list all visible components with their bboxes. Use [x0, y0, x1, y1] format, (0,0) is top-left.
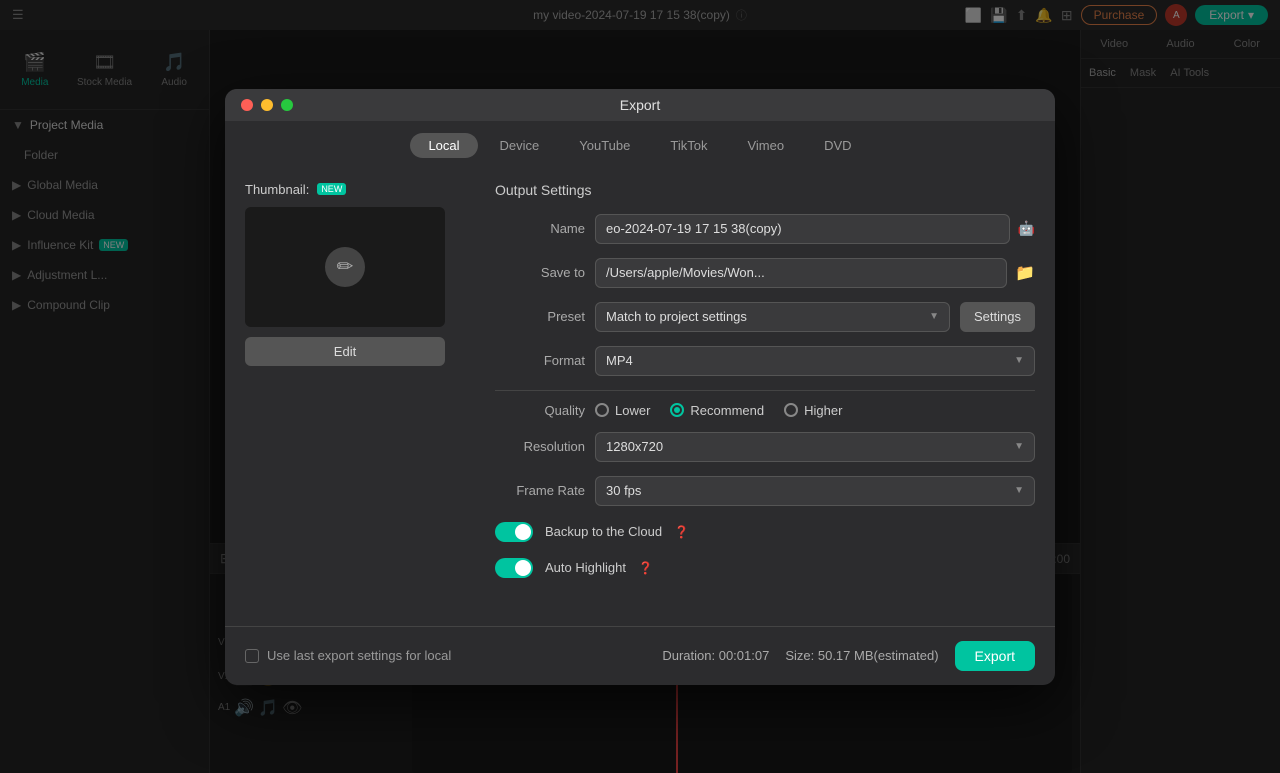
format-row: Format MP4 ▼ — [495, 346, 1035, 376]
quality-recommend[interactable]: Recommend — [670, 403, 764, 418]
thumbnail-new-badge: NEW — [317, 183, 346, 195]
preset-label: Preset — [495, 309, 585, 324]
highlight-toggle-knob — [515, 560, 531, 576]
thumbnail-label: Thumbnail: NEW — [245, 182, 465, 197]
modal-content: Thumbnail: NEW ✏ Edit Output Settings Na… — [225, 166, 1055, 626]
backup-toggle-row: Backup to the Cloud ❓ — [495, 522, 1035, 542]
format-arrow-icon: ▼ — [1014, 355, 1024, 366]
preset-row: Preset Match to project settings ▼ Setti… — [495, 302, 1035, 332]
save-to-label: Save to — [495, 265, 585, 280]
highlight-toggle-label: Auto Highlight — [545, 560, 626, 575]
name-label: Name — [495, 221, 585, 236]
modal-bottom-right: Duration: 00:01:07 Size: 50.17 MB(estima… — [662, 641, 1035, 671]
close-button[interactable] — [241, 99, 253, 111]
thumbnail-pencil-icon: ✏ — [325, 247, 365, 287]
name-input-box[interactable]: eo-2024-07-19 17 15 38(copy) — [595, 214, 1010, 244]
size-text: Size: 50.17 MB(estimated) — [785, 648, 938, 663]
export-modal: Export Local Device YouTube TikTok Vimeo… — [225, 89, 1055, 685]
tab-dvd[interactable]: DVD — [806, 133, 869, 158]
radio-lower-circle — [595, 403, 609, 417]
resolution-arrow-icon: ▼ — [1014, 441, 1024, 452]
modal-bottom-bar: Use last export settings for local Durat… — [225, 626, 1055, 685]
save-to-input-box[interactable]: /Users/apple/Movies/Won... — [595, 258, 1007, 288]
export-main-button[interactable]: Export — [955, 641, 1035, 671]
frame-rate-label: Frame Rate — [495, 483, 585, 498]
divider-1 — [495, 390, 1035, 391]
resolution-label: Resolution — [495, 439, 585, 454]
radio-recommend-dot — [674, 407, 680, 413]
settings-button[interactable]: Settings — [960, 302, 1035, 332]
thumbnail-section: Thumbnail: NEW ✏ Edit — [245, 182, 465, 610]
last-settings-checkbox-label[interactable]: Use last export settings for local — [245, 648, 451, 663]
output-settings-section: Output Settings Name eo-2024-07-19 17 15… — [465, 182, 1035, 610]
quality-higher[interactable]: Higher — [784, 403, 842, 418]
quality-options: Lower Recommend Higher — [595, 403, 842, 418]
ai-edit-icon[interactable]: 🤖 — [1018, 220, 1035, 237]
modal-titlebar: Export — [225, 89, 1055, 121]
modal-tabs: Local Device YouTube TikTok Vimeo DVD — [225, 121, 1055, 166]
preset-select[interactable]: Match to project settings ▼ — [595, 302, 950, 332]
maximize-button[interactable] — [281, 99, 293, 111]
last-settings-checkbox[interactable] — [245, 649, 259, 663]
resolution-row: Resolution 1280x720 ▼ — [495, 432, 1035, 462]
folder-browse-icon[interactable]: 📁 — [1015, 263, 1035, 283]
resolution-select[interactable]: 1280x720 ▼ — [595, 432, 1035, 462]
frame-rate-select[interactable]: 30 fps ▼ — [595, 476, 1035, 506]
save-to-row: Save to /Users/apple/Movies/Won... 📁 — [495, 258, 1035, 288]
radio-higher-circle — [784, 403, 798, 417]
backup-toggle-label: Backup to the Cloud — [545, 524, 662, 539]
tab-youtube[interactable]: YouTube — [561, 133, 648, 158]
highlight-toggle-row: Auto Highlight ❓ — [495, 558, 1035, 578]
quality-label: Quality — [495, 403, 585, 418]
quality-row: Quality Lower Recommend Higher — [495, 403, 1035, 418]
frame-rate-arrow-icon: ▼ — [1014, 485, 1024, 496]
format-label: Format — [495, 353, 585, 368]
backup-toggle[interactable] — [495, 522, 533, 542]
duration-text: Duration: 00:01:07 — [662, 648, 769, 663]
backup-toggle-knob — [515, 524, 531, 540]
highlight-toggle[interactable] — [495, 558, 533, 578]
quality-lower[interactable]: Lower — [595, 403, 650, 418]
tab-local[interactable]: Local — [410, 133, 477, 158]
name-row: Name eo-2024-07-19 17 15 38(copy) 🤖 — [495, 214, 1035, 244]
preset-arrow-icon: ▼ — [929, 311, 939, 322]
save-to-input-group: /Users/apple/Movies/Won... 📁 — [595, 258, 1035, 288]
format-select[interactable]: MP4 ▼ — [595, 346, 1035, 376]
modal-title: Export — [620, 97, 660, 113]
output-settings-title: Output Settings — [495, 182, 1035, 198]
frame-rate-row: Frame Rate 30 fps ▼ — [495, 476, 1035, 506]
tab-device[interactable]: Device — [482, 133, 558, 158]
edit-thumbnail-button[interactable]: Edit — [245, 337, 445, 366]
highlight-help-icon[interactable]: ❓ — [638, 561, 653, 575]
name-input-group: eo-2024-07-19 17 15 38(copy) 🤖 — [595, 214, 1035, 244]
tab-vimeo[interactable]: Vimeo — [729, 133, 802, 158]
tab-tiktok[interactable]: TikTok — [652, 133, 725, 158]
backup-help-icon[interactable]: ❓ — [674, 525, 689, 539]
thumbnail-preview: ✏ — [245, 207, 445, 327]
minimize-button[interactable] — [261, 99, 273, 111]
radio-recommend-circle — [670, 403, 684, 417]
